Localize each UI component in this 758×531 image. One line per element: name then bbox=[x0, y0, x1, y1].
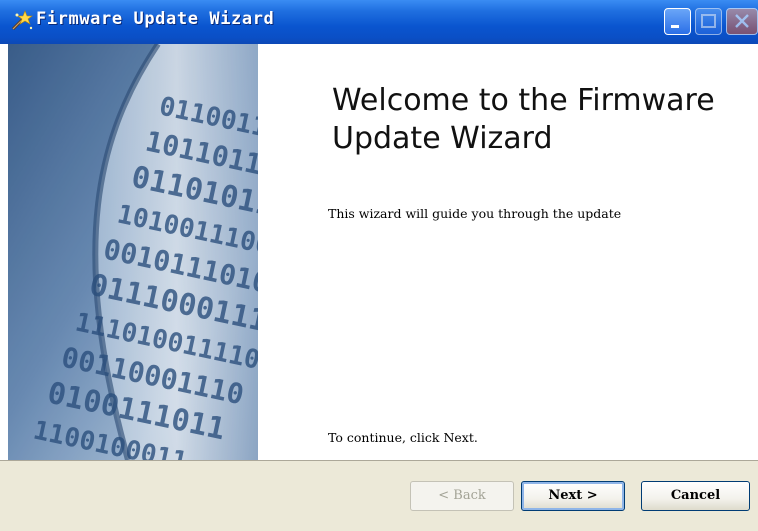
cancel-button[interactable]: Cancel bbox=[641, 481, 750, 511]
wizard-window: Firmware Update Wizard 0110011 10110110 … bbox=[0, 0, 758, 531]
back-button[interactable]: < Back bbox=[410, 481, 514, 511]
button-bar: < Back Next > Cancel bbox=[0, 460, 758, 531]
wizard-wand-icon bbox=[11, 10, 33, 31]
title-bar[interactable]: Firmware Update Wizard bbox=[0, 0, 758, 44]
continue-instruction: To continue, click Next. bbox=[328, 430, 478, 445]
close-icon bbox=[735, 14, 749, 28]
welcome-heading: Welcome to the Firmware Update Wizard bbox=[332, 83, 715, 156]
close-button[interactable] bbox=[726, 8, 758, 35]
maximize-icon bbox=[701, 14, 716, 28]
window-title: Firmware Update Wizard bbox=[36, 9, 275, 29]
minimize-button[interactable] bbox=[664, 8, 691, 35]
binary-code-illustration: 0110011101101100110101101101001110000101… bbox=[8, 44, 258, 460]
wizard-description: This wizard will guide you through the u… bbox=[328, 206, 622, 221]
next-button[interactable]: Next > bbox=[521, 481, 625, 511]
side-banner-image: 0110011 10110110 0110101101 1010011100 00101… bbox=[8, 44, 258, 460]
minimize-icon bbox=[671, 25, 679, 28]
maximize-button[interactable] bbox=[695, 8, 722, 35]
wizard-content: Welcome to the Firmware Update Wizard Th… bbox=[258, 44, 758, 460]
